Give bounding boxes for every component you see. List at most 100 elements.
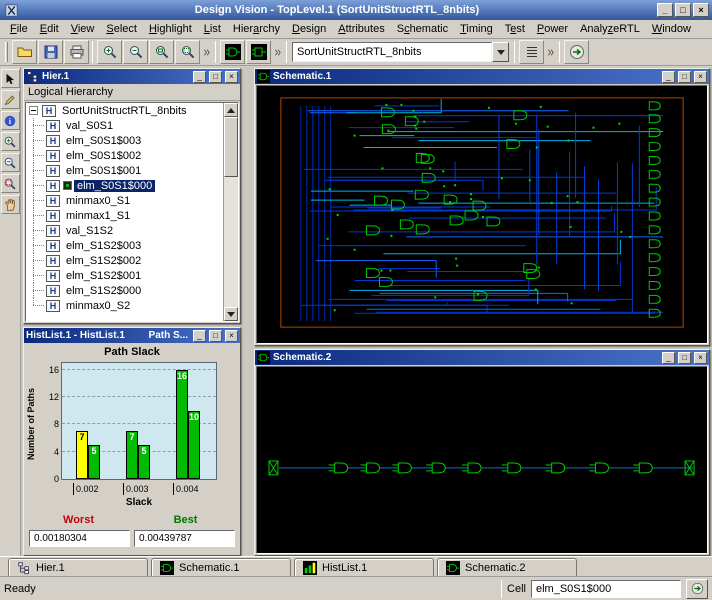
design-combo[interactable]: SortUnitStructRTL_8nbits (292, 42, 509, 63)
menu-highlight[interactable]: Highlight (143, 21, 198, 37)
open-folder-button[interactable] (12, 40, 37, 64)
bar: 10 (188, 411, 200, 479)
scroll-down-button[interactable] (224, 307, 238, 321)
hierarchy-tree: HSortUnitStructRTL_8nbitsHval_S0S1Helm_S… (26, 103, 223, 321)
vertical-scrollbar[interactable] (223, 103, 238, 321)
y-tick-label: 4 (43, 447, 59, 457)
schematic1-window-titlebar[interactable]: Schematic.1 _ □ × (255, 69, 709, 84)
histlist-window-titlebar[interactable]: HistList.1 - HistList.1 Path S... _ □ × (24, 328, 240, 343)
zoom-out-tool-button[interactable] (1, 153, 20, 172)
overflow-chevron-icon[interactable] (544, 40, 556, 64)
nav-button[interactable] (564, 40, 589, 64)
menu-file[interactable]: File (4, 21, 34, 37)
schematic1-canvas[interactable] (256, 85, 708, 344)
tree-item[interactable]: Hminmax1_S1 (26, 208, 223, 223)
tree-root-item[interactable]: HSortUnitStructRTL_8nbits (26, 103, 223, 118)
toolbar-separator (92, 41, 93, 63)
maximize-button[interactable]: □ (209, 330, 222, 342)
overflow-chevron-icon[interactable] (271, 40, 283, 64)
info-tool-button[interactable]: i (1, 111, 20, 130)
tab-schematic-2[interactable]: Schematic.2 (437, 558, 577, 576)
maximize-button[interactable]: □ (675, 3, 691, 17)
menu-analyzertl[interactable]: AnalyzeRTL (574, 21, 646, 37)
toolbar-separator (514, 41, 515, 63)
overflow-chevron-icon[interactable] (200, 40, 212, 64)
menu-select[interactable]: Select (100, 21, 143, 37)
tree-item[interactable]: Helm_S1S2$001 (26, 268, 223, 283)
save-button[interactable] (38, 40, 63, 64)
collapse-icon[interactable] (29, 106, 38, 115)
tree-item[interactable]: Hval_S0S1 (26, 118, 223, 133)
minimize-button[interactable]: _ (657, 3, 673, 17)
tree-item[interactable]: Helm_S1S2$002 (26, 253, 223, 268)
menu-list[interactable]: List (198, 21, 227, 37)
menu-test[interactable]: Test (499, 21, 531, 37)
print-button[interactable] (64, 40, 89, 64)
close-button[interactable]: × (693, 3, 709, 17)
scrollbar-track[interactable] (224, 117, 238, 307)
minimize-button[interactable]: _ (193, 71, 206, 83)
zoom-sel-icon (180, 44, 196, 60)
schematic-button[interactable] (220, 40, 245, 64)
zoom-area-tool-button[interactable] (1, 174, 20, 193)
close-button[interactable]: × (225, 71, 238, 83)
tree-item[interactable]: Helm_S0S1$001 (26, 163, 223, 178)
maximize-button[interactable]: □ (678, 71, 691, 83)
scroll-up-button[interactable] (224, 103, 238, 117)
toolbar-drag-handle[interactable] (5, 42, 8, 62)
schematic-icon (257, 70, 270, 83)
maximize-button[interactable]: □ (678, 352, 691, 364)
close-button[interactable]: × (225, 330, 238, 342)
tree-item[interactable]: Helm_S1S2$003 (26, 238, 223, 253)
menu-view[interactable]: View (65, 21, 101, 37)
zoom-out-button[interactable] (123, 40, 148, 64)
tree-item[interactable]: Helm_S1S2$000 (26, 283, 223, 298)
bar: 7 (126, 431, 138, 479)
tab-hier-1[interactable]: Hier.1 (8, 558, 148, 576)
minimize-button[interactable]: _ (193, 330, 206, 342)
zoom-in-button[interactable] (97, 40, 122, 64)
cursor-tool-button[interactable] (1, 69, 20, 88)
minimize-button[interactable]: _ (662, 352, 675, 364)
tab-histlist-1[interactable]: HistList.1 (294, 558, 434, 576)
menu-window[interactable]: Window (646, 21, 697, 37)
minimize-button[interactable]: _ (662, 71, 675, 83)
tab-schematic-1[interactable]: Schematic.1 (151, 558, 291, 576)
tree-item-label: elm_S0S1$003 (63, 135, 144, 147)
menu-timing[interactable]: Timing (454, 21, 499, 37)
y-tick-label: 8 (43, 419, 59, 429)
tree-item[interactable]: Helm_S0S1$002 (26, 148, 223, 163)
tree-item[interactable]: Helm_S0S1$000 (26, 178, 223, 193)
tree-item[interactable]: Hminmax0_S2 (26, 298, 223, 313)
tree-item[interactable]: Hval_S1S2 (26, 223, 223, 238)
schematic2-canvas[interactable] (256, 366, 708, 554)
hier-window-titlebar[interactable]: Hier.1 _ □ × (24, 69, 240, 84)
menu-power[interactable]: Power (531, 21, 574, 37)
maximize-button[interactable]: □ (209, 71, 222, 83)
design-combo-value[interactable]: SortUnitStructRTL_8nbits (292, 42, 492, 62)
tree-item[interactable]: Hminmax0_S1 (26, 193, 223, 208)
close-button[interactable]: × (694, 71, 707, 83)
schematic2-button[interactable] (246, 40, 271, 64)
title-bar[interactable]: Design Vision - TopLevel.1 (SortUnitStru… (0, 0, 712, 20)
menu-schematic[interactable]: Schematic (391, 21, 454, 37)
zoom-fit-button[interactable] (149, 40, 174, 64)
zoom-sel-button[interactable] (175, 40, 200, 64)
schematic2-window-titlebar[interactable]: Schematic.2 _ □ × (255, 350, 709, 365)
zoom-in-tool-button[interactable] (1, 132, 20, 151)
y-tick-label: 16 (43, 365, 59, 375)
menu-hierarchy[interactable]: Hierarchy (227, 21, 286, 37)
scrollbar-thumb[interactable] (224, 117, 238, 177)
menu-design[interactable]: Design (286, 21, 332, 37)
list-button[interactable] (519, 40, 544, 64)
toolbar: SortUnitStructRTL_8nbits (0, 39, 712, 66)
cell-nav-button[interactable] (686, 579, 708, 599)
pencil-tool-button[interactable] (1, 90, 20, 109)
menu-attributes[interactable]: Attributes (332, 21, 390, 37)
close-button[interactable]: × (694, 352, 707, 364)
tree-item[interactable]: Helm_S0S1$003 (26, 133, 223, 148)
cell-field[interactable]: elm_S0S1$000 (531, 580, 681, 598)
menu-edit[interactable]: Edit (34, 21, 65, 37)
hand-tool-button[interactable] (1, 195, 20, 214)
combo-dropdown-icon[interactable] (492, 42, 509, 62)
